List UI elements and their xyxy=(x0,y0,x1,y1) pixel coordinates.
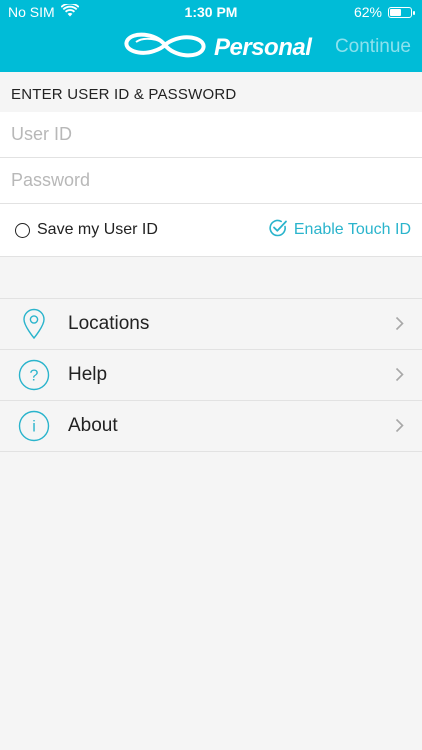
battery-percentage: 62% xyxy=(353,4,382,20)
svg-text:?: ? xyxy=(30,368,39,385)
login-section-title: ENTER USER ID & PASSWORD xyxy=(11,86,237,103)
user-id-row xyxy=(0,111,422,158)
chevron-right-icon xyxy=(395,418,404,438)
question-icon: ? xyxy=(18,359,50,391)
location-pin-icon xyxy=(18,308,50,340)
chevron-right-icon xyxy=(395,316,404,336)
battery-icon xyxy=(388,6,415,18)
infinity-logo-icon xyxy=(122,31,208,64)
checkmark-circle-icon xyxy=(268,218,288,243)
enable-touch-id-button[interactable]: Enable Touch ID xyxy=(268,218,411,243)
login-form: Save my User ID Enable Touch ID xyxy=(0,111,422,257)
info-icon: i xyxy=(18,410,50,442)
menu-item-about[interactable]: i About xyxy=(0,401,422,452)
enable-touch-id-label: Enable Touch ID xyxy=(293,221,411,238)
login-options: Save my User ID Enable Touch ID xyxy=(0,204,422,257)
brand-logo: Personal xyxy=(122,31,312,64)
status-right: 62% xyxy=(353,4,415,20)
radio-icon[interactable] xyxy=(15,222,30,238)
svg-text:i: i xyxy=(32,419,36,436)
section-spacer xyxy=(0,257,422,299)
user-id-input[interactable] xyxy=(0,111,422,158)
menu-item-label: Locations xyxy=(68,313,150,334)
brand-name: Personal xyxy=(214,33,312,61)
chevron-right-icon xyxy=(395,367,404,387)
menu-item-locations[interactable]: Locations xyxy=(0,299,422,350)
password-input[interactable] xyxy=(0,157,422,204)
save-user-id-toggle[interactable]: Save my User ID xyxy=(15,221,158,239)
app-header: No SIM 1:30 PM 62% Personal Continue xyxy=(0,0,422,72)
menu-item-help[interactable]: ? Help xyxy=(0,350,422,401)
save-user-id-label: Save my User ID xyxy=(37,221,158,238)
menu-item-label: Help xyxy=(68,364,108,385)
password-row xyxy=(0,157,422,204)
status-bar: No SIM 1:30 PM 62% xyxy=(0,0,422,24)
battery-level xyxy=(390,8,401,16)
menu-list: Locations ? Help i About xyxy=(0,299,422,452)
menu-item-label: About xyxy=(68,415,118,436)
continue-button[interactable]: Continue xyxy=(335,36,411,58)
